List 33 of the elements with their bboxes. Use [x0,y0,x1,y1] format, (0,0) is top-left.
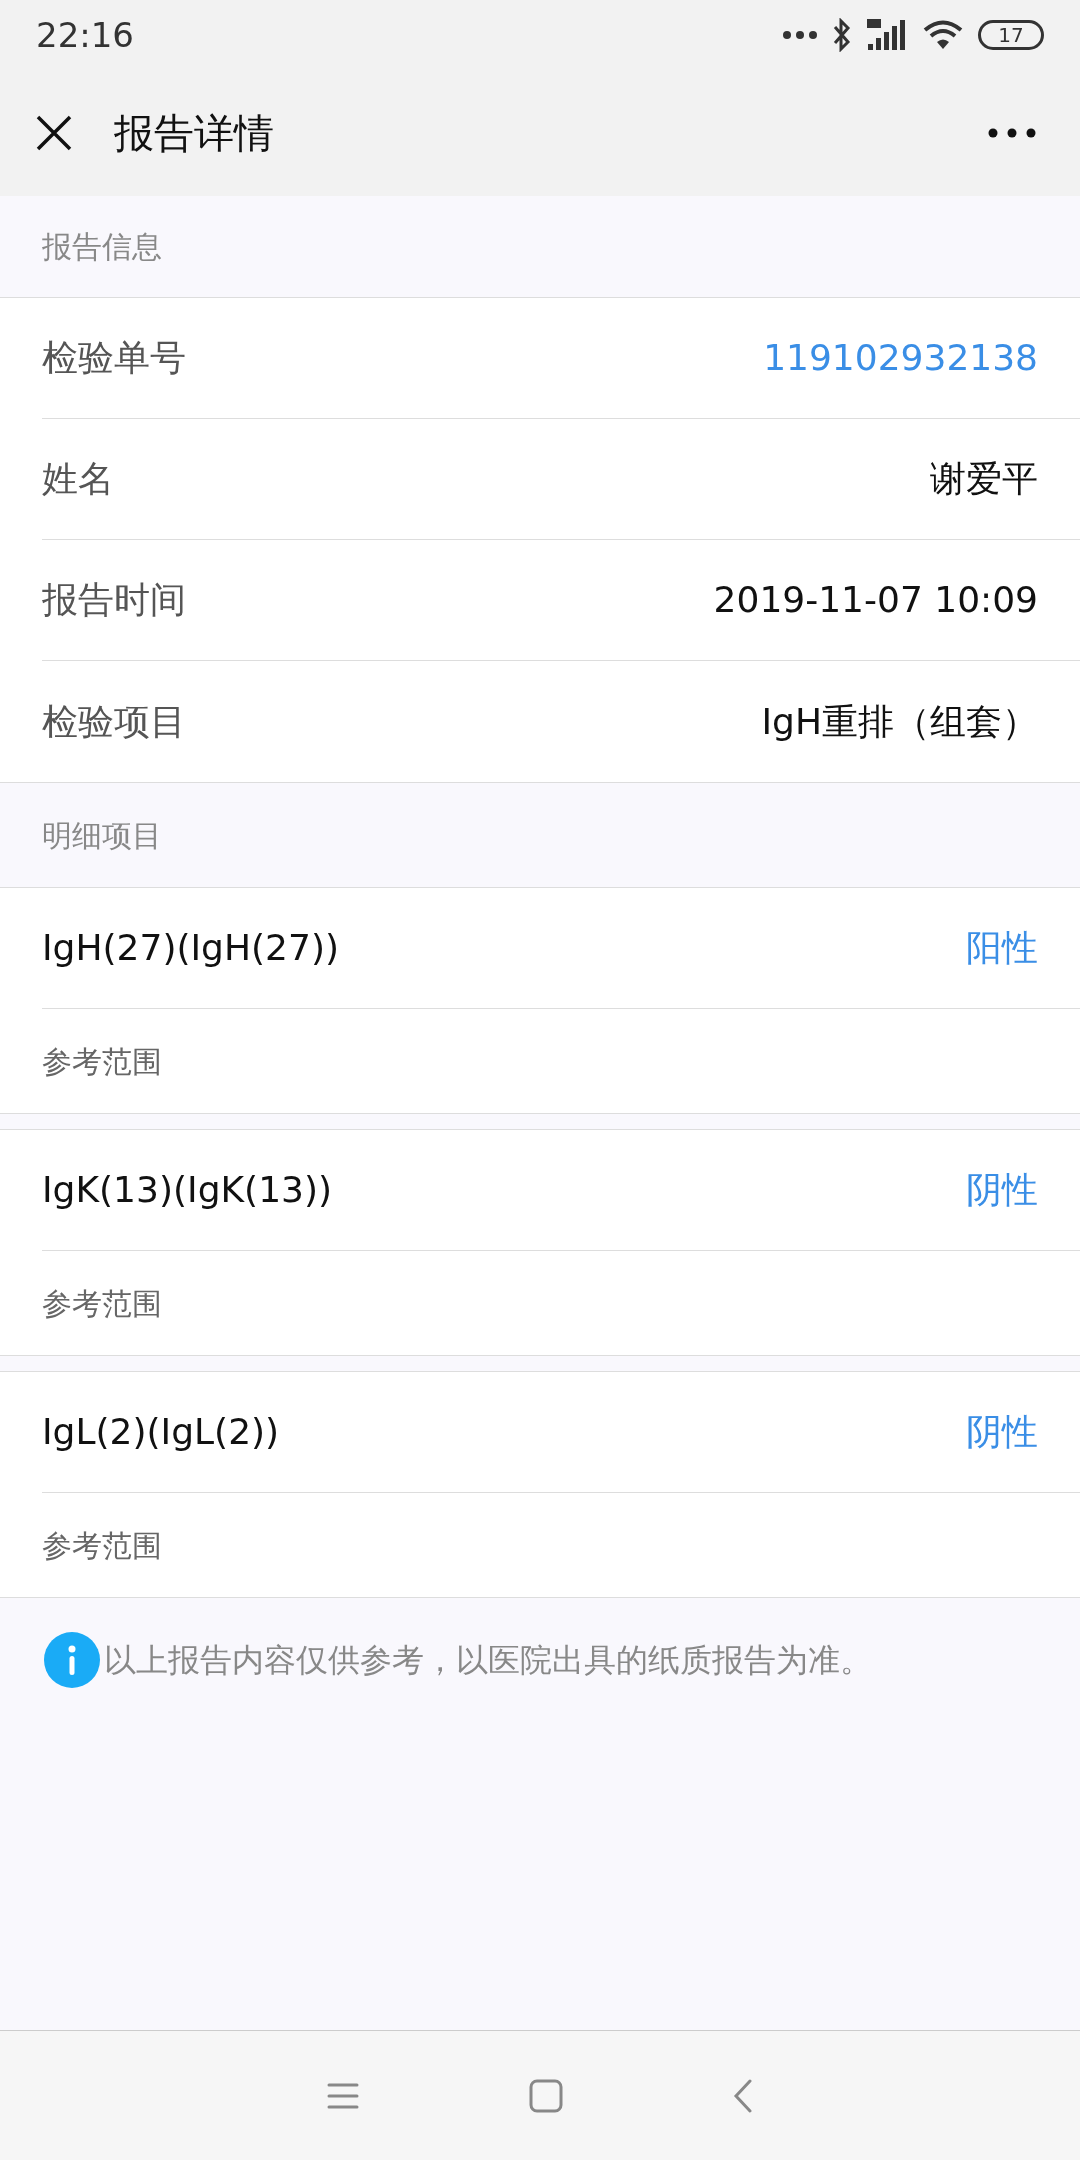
reference-range-label: 参考范围 [42,1526,162,1565]
section-header: 报告信息 [42,228,162,266]
signal-icon [866,18,908,52]
test-item-name: IgH(27)(IgH(27)) [42,926,339,970]
field-value: IgH重排（组套） [761,699,1038,744]
field-label: 姓名 [42,457,114,501]
wifi-icon [922,19,964,51]
field-value: 2019-11-07 10:09 [713,578,1038,622]
info-icon [44,1632,100,1688]
menu-icon[interactable] [327,2081,359,2110]
home-icon[interactable] [529,2078,563,2113]
more-dots-icon [782,30,818,40]
reference-range-label: 参考范围 [42,1042,162,1081]
more-icon[interactable] [988,128,1036,138]
test-result: 阳性 [966,926,1038,970]
field-value: 谢爱平 [930,457,1038,501]
test-item-name: IgK(13)(IgK(13)) [42,1168,333,1212]
report-number-link[interactable]: 119102932138 [763,331,1038,385]
test-item-name: IgL(2)(IgL(2)) [42,1410,280,1454]
field-label: 报告时间 [42,578,186,622]
field-label: 检验项目 [42,699,186,744]
bluetooth-icon [832,18,852,52]
test-result: 阴性 [966,1410,1038,1454]
battery-level: 17 [998,25,1024,45]
field-label: 检验单号 [42,336,186,380]
test-result: 阴性 [966,1168,1038,1212]
section-header: 明细项目 [42,816,162,855]
reference-range-label: 参考范围 [42,1284,162,1323]
disclaimer-text: 以上报告内容仅供参考，以医院出具的纸质报告为准。 [104,1640,872,1681]
status-time: 22:16 [36,13,134,57]
close-icon[interactable] [34,113,74,153]
page-title: 报告详情 [114,109,274,158]
back-icon[interactable] [733,2078,753,2113]
